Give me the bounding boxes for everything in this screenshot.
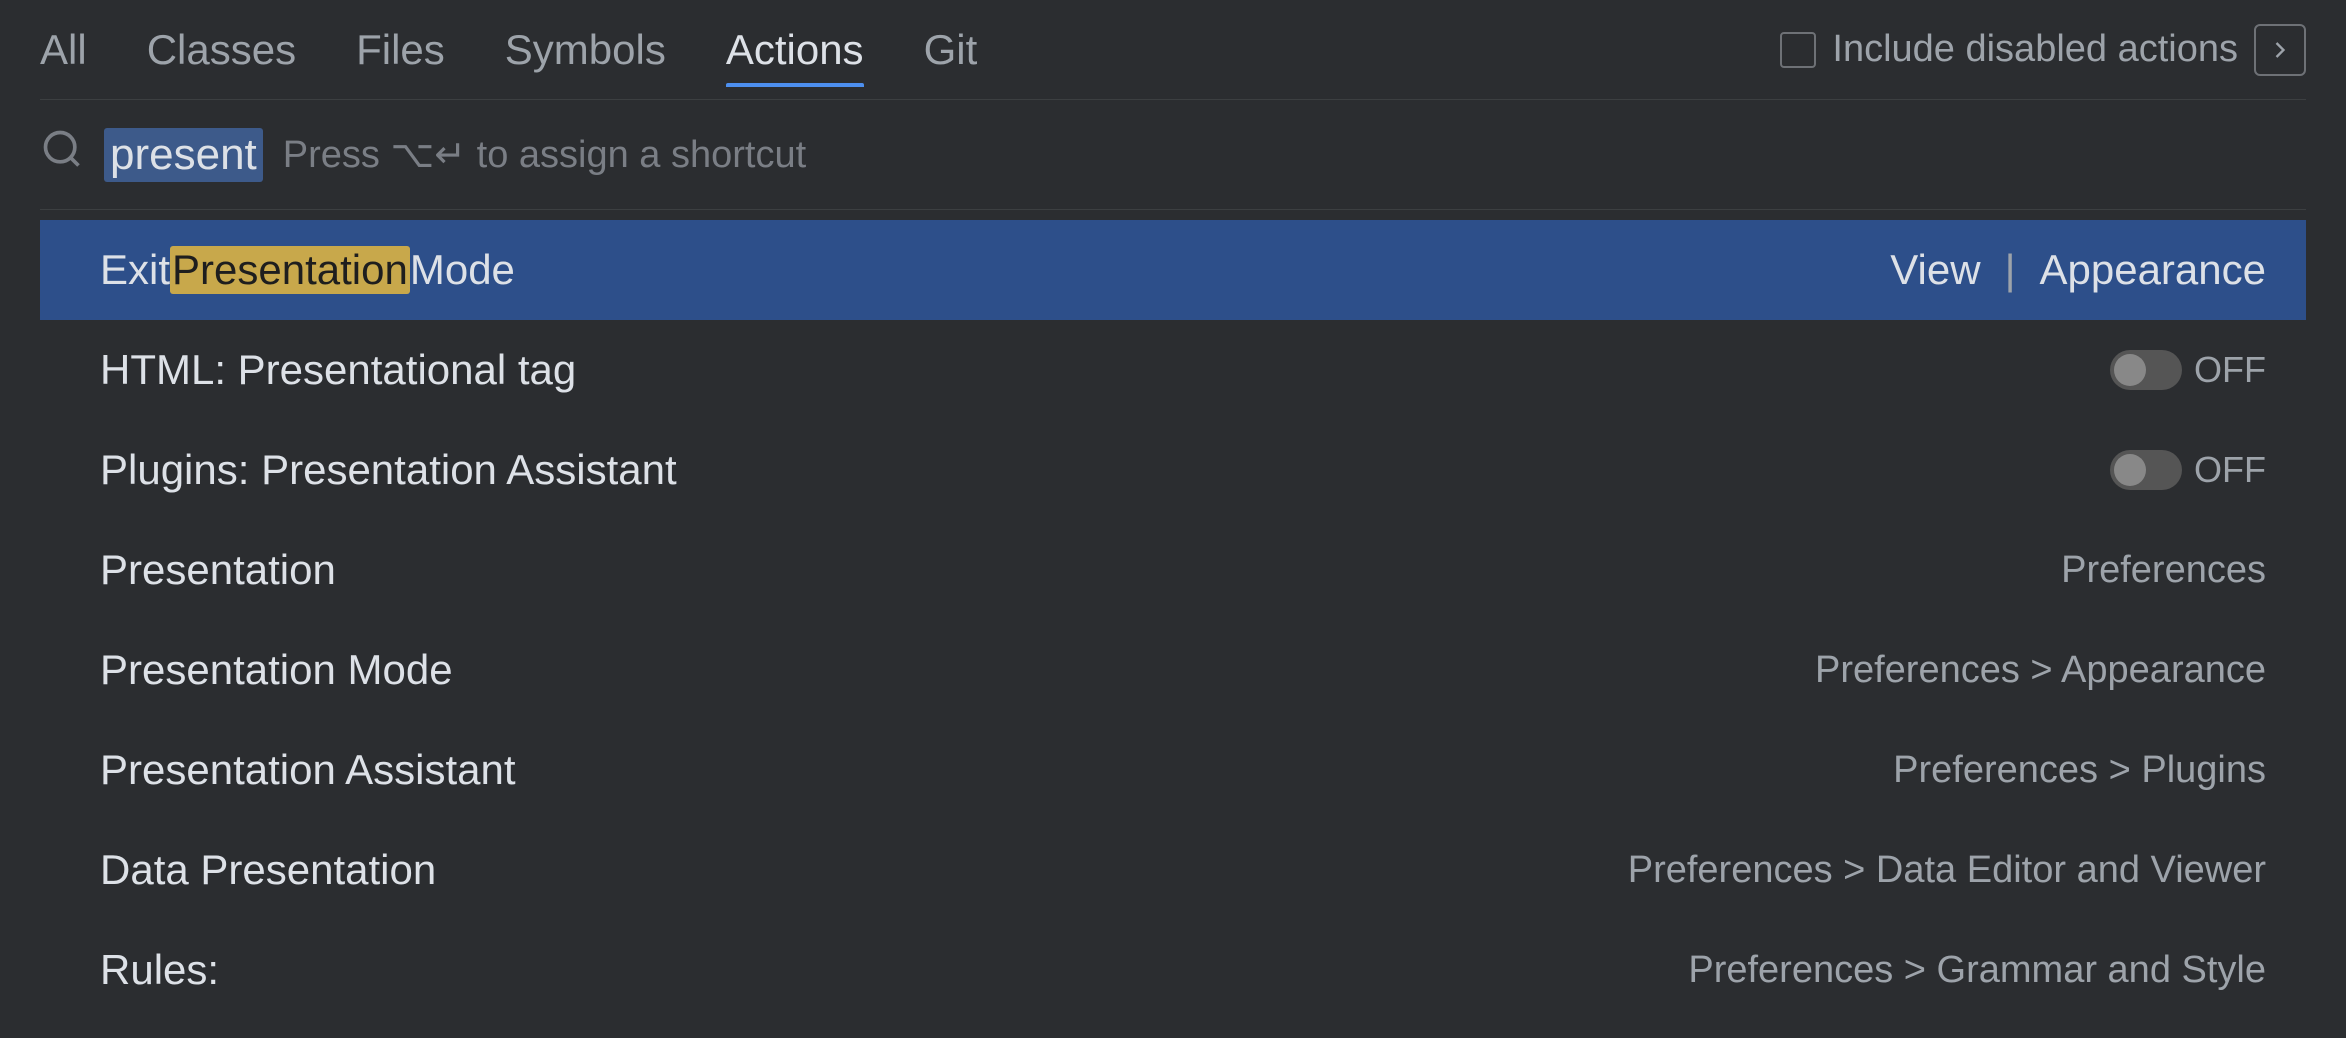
toggle-html-presentational[interactable]: OFF [2110, 349, 2266, 391]
toggle-label: OFF [2194, 449, 2266, 491]
result-label-presentation: Presentation [100, 546, 336, 594]
tabs-row: All Classes Files Symbols Actions Git In… [40, 0, 2306, 100]
result-item-presentation-assistant[interactable]: Presentation Assistant Preferences > Plu… [40, 720, 2306, 820]
shortcut-hint: Press ⌥↵ to assign a shortcut [283, 132, 806, 177]
result-item-rules[interactable]: Rules: Preferences > Grammar and Style [40, 920, 2306, 1020]
search-query-display[interactable]: present [104, 128, 263, 182]
label-text: Presentation [100, 546, 336, 594]
meta-text: Preferences > Data Editor and Viewer [1628, 849, 2266, 892]
result-meta-plugins-presentation-assistant: OFF [2110, 449, 2266, 491]
tabs-list: All Classes Files Symbols Actions Git [40, 16, 1780, 84]
tab-classes[interactable]: Classes [147, 16, 296, 84]
result-item-presentation[interactable]: Presentation Preferences [40, 520, 2306, 620]
result-meta-data-presentation: Preferences > Data Editor and Viewer [1628, 849, 2266, 892]
tab-files[interactable]: Files [356, 16, 445, 84]
meta-view: View [1890, 246, 1980, 294]
include-disabled-label: Include disabled actions [1832, 28, 2238, 71]
result-meta-presentation-assistant: Preferences > Plugins [1893, 749, 2266, 792]
meta-text: Preferences > Grammar and Style [1688, 949, 2266, 992]
toggle-thumb [2114, 354, 2146, 386]
tab-git[interactable]: Git [924, 16, 978, 84]
search-icon [40, 127, 84, 182]
result-item-presentation-mode[interactable]: Presentation Mode Preferences > Appearan… [40, 620, 2306, 720]
label-text-after: Mode [410, 246, 515, 294]
result-item-exit-presentation-mode[interactable]: Exit Presentation Mode View | Appearance [40, 220, 2306, 320]
meta-text: Preferences > Plugins [1893, 749, 2266, 792]
label-highlight: Presentation [170, 246, 410, 294]
search-query-text: present [104, 128, 263, 182]
meta-appearance: Appearance [2039, 246, 2266, 294]
tab-all[interactable]: All [40, 16, 87, 84]
tab-symbols[interactable]: Symbols [505, 16, 666, 84]
result-item-html-presentational-tag[interactable]: HTML: Presentational tag OFF [40, 320, 2306, 420]
toggle-thumb [2114, 454, 2146, 486]
label-text: Plugins: Presentation Assistant [100, 446, 677, 494]
meta-text: Preferences > Appearance [1815, 649, 2266, 692]
label-text-before: Exit [100, 246, 170, 294]
result-label-rules: Rules: [100, 946, 219, 994]
search-row: present Press ⌥↵ to assign a shortcut [40, 100, 2306, 210]
result-meta-presentation: Preferences [2061, 549, 2266, 592]
result-item-plugins-presentation-assistant[interactable]: Plugins: Presentation Assistant OFF [40, 420, 2306, 520]
label-text: Rules: [100, 946, 219, 994]
include-disabled-area: Include disabled actions [1780, 24, 2306, 76]
result-meta-html-presentational-tag: OFF [2110, 349, 2266, 391]
toggle-track [2110, 450, 2182, 490]
label-text: HTML: Presentational tag [100, 346, 576, 394]
results-list: Exit Presentation Mode View | Appearance… [40, 210, 2306, 1030]
result-meta-rules: Preferences > Grammar and Style [1688, 949, 2266, 992]
result-label-html-presentational-tag: HTML: Presentational tag [100, 346, 576, 394]
tab-actions[interactable]: Actions [726, 16, 864, 84]
include-disabled-checkbox[interactable] [1780, 32, 1816, 68]
pipe-separator: | [2005, 246, 2016, 294]
result-meta-exit-presentation-mode: View | Appearance [1890, 246, 2266, 294]
result-label-presentation-mode: Presentation Mode [100, 646, 453, 694]
label-text: Data Presentation [100, 846, 436, 894]
result-label-data-presentation: Data Presentation [100, 846, 436, 894]
toggle-track [2110, 350, 2182, 390]
result-label-plugins-presentation-assistant: Plugins: Presentation Assistant [100, 446, 677, 494]
label-text: Presentation Assistant [100, 746, 516, 794]
result-label-presentation-assistant: Presentation Assistant [100, 746, 516, 794]
result-item-data-presentation[interactable]: Data Presentation Preferences > Data Edi… [40, 820, 2306, 920]
meta-text: Preferences [2061, 549, 2266, 592]
toggle-plugins-presentation[interactable]: OFF [2110, 449, 2266, 491]
result-label-exit-presentation-mode: Exit Presentation Mode [100, 246, 515, 294]
main-container: All Classes Files Symbols Actions Git In… [0, 0, 2346, 1030]
label-text: Presentation Mode [100, 646, 453, 694]
toggle-label: OFF [2194, 349, 2266, 391]
result-meta-presentation-mode: Preferences > Appearance [1815, 649, 2266, 692]
settings-icon-btn[interactable] [2254, 24, 2306, 76]
